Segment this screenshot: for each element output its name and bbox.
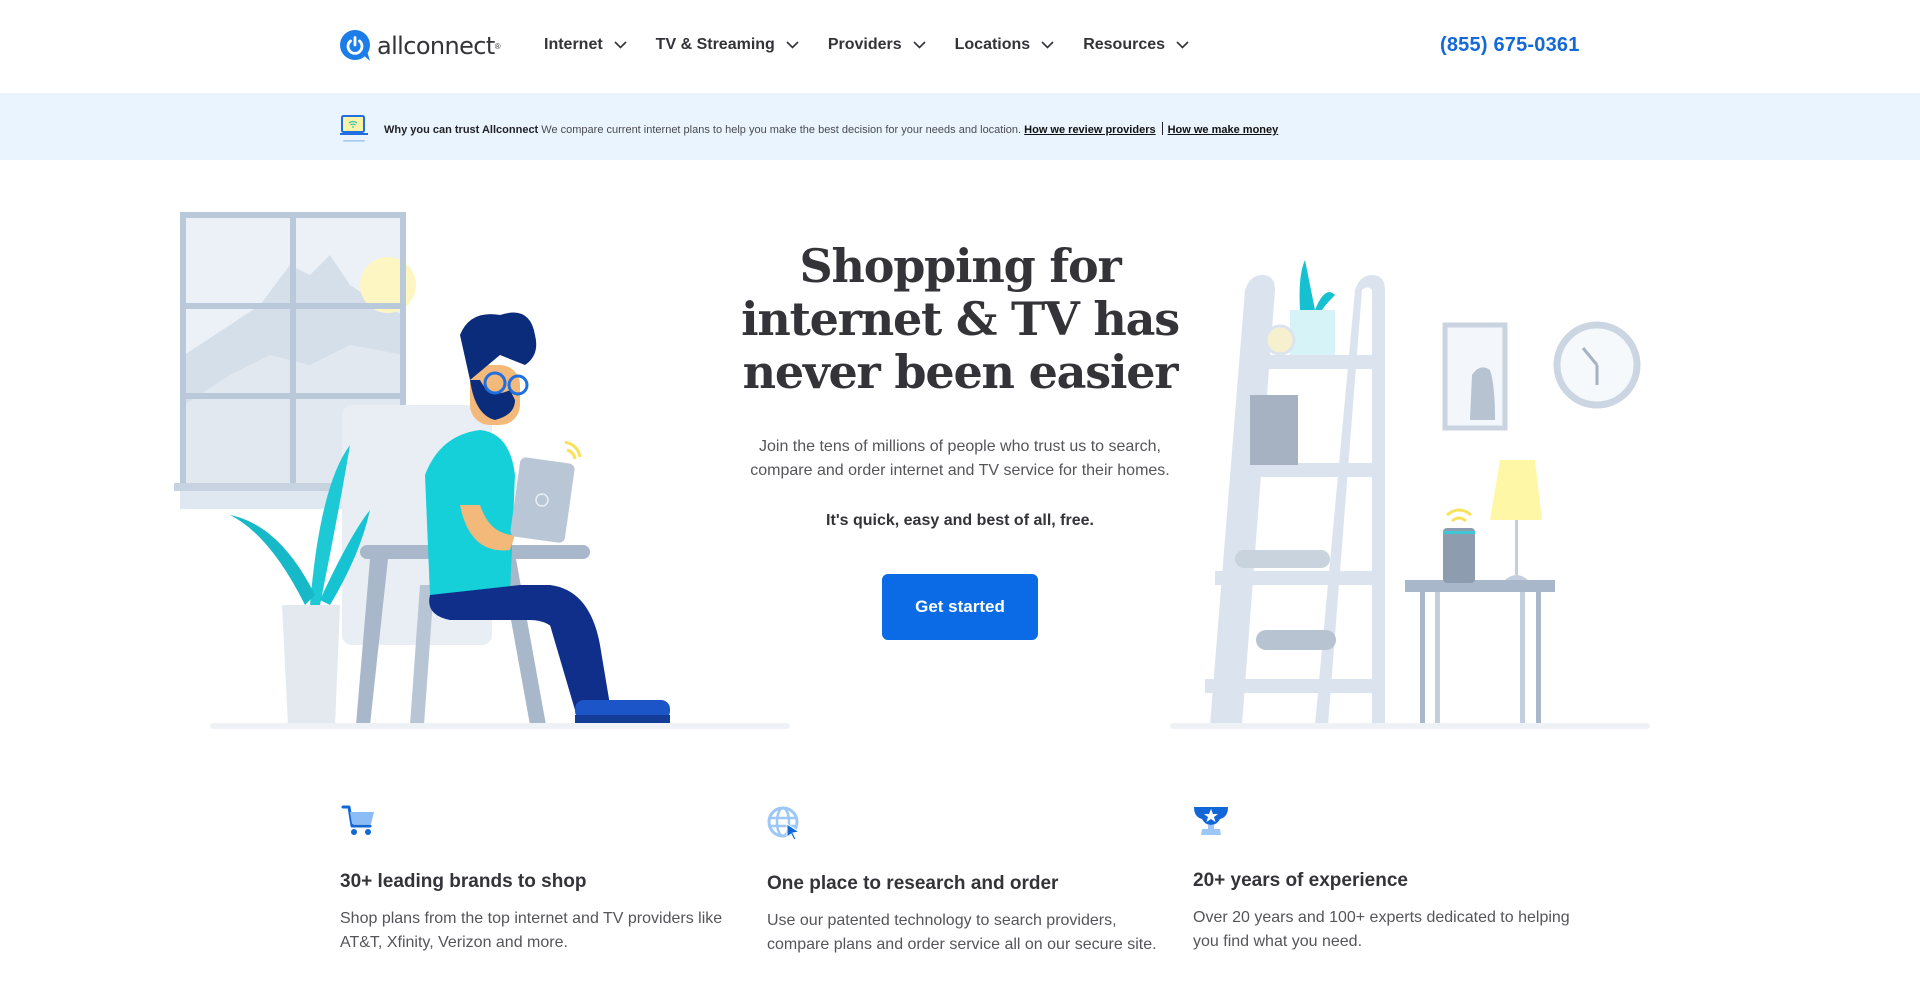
floor-shadow	[210, 723, 790, 729]
feature-experience-title: 20+ years of experience	[1193, 870, 1408, 891]
dog-picture-frame	[1442, 322, 1508, 431]
trust-statement: Why you can trust Allconnect We compare …	[384, 122, 1278, 136]
hero-headline-line1: Shopping for	[799, 239, 1121, 293]
nav-internet[interactable]: Internet	[544, 36, 627, 54]
power-logo-icon	[340, 30, 370, 61]
hero-subtext-line2: compare and order internet and TV servic…	[750, 462, 1170, 479]
hero-tagline: It's quick, easy and best of all, free.	[826, 512, 1094, 529]
hero-headline: Shopping for internet & TV has never bee…	[720, 240, 1200, 399]
feature-experience-line2: you find what you need.	[1193, 933, 1363, 950]
hero-subtext-line1: Join the tens of millions of people who …	[759, 438, 1161, 455]
feature-brands-line2: AT&T, Xfinity, Verizon and more.	[340, 934, 568, 951]
man-with-tablet-illustration	[174, 212, 790, 729]
how-we-make-money-link[interactable]: How we make money	[1168, 124, 1279, 136]
ladder-shelf-illustration	[1205, 260, 1385, 725]
hero-headline-line2: internet & TV has	[741, 292, 1180, 346]
chevron-down-icon	[786, 41, 799, 49]
hero-subtext: Join the tens of millions of people who …	[720, 435, 1200, 483]
trust-title: Why you can trust Allconnect	[384, 124, 539, 136]
feature-experience-line1: Over 20 years and 100+ experts dedicated…	[1193, 909, 1570, 926]
nav-locations[interactable]: Locations	[955, 36, 1055, 54]
feature-brands-title: 30+ leading brands to shop	[340, 871, 587, 892]
logo-wordmark: allconnect	[377, 32, 495, 60]
nav-resources-label: Resources	[1083, 36, 1166, 53]
feature-brands-line1: Shop plans from the top internet and TV …	[340, 910, 723, 927]
cart-icon	[341, 805, 374, 835]
site-header: allconnect ® Internet TV & Streaming Pro…	[0, 0, 1920, 93]
feature-experience-description: Over 20 years and 100+ experts dedicated…	[1193, 906, 1613, 954]
registered-mark: ®	[494, 41, 501, 51]
hero-content: Shopping for internet & TV has never bee…	[720, 240, 1200, 640]
living-room-shelf-illustration	[1170, 260, 1650, 729]
nav-providers[interactable]: Providers	[828, 36, 926, 54]
feature-experience: 20+ years of experience Over 20 years an…	[1193, 803, 1613, 954]
get-started-button[interactable]: Get started	[882, 574, 1038, 640]
trust-description: We compare current internet plans to hel…	[541, 124, 1022, 136]
side-table-illustration	[1405, 460, 1555, 727]
man-illustration	[425, 312, 670, 723]
main-nav: Internet TV & Streaming Providers Locati…	[544, 36, 1218, 54]
feature-brands-description: Shop plans from the top internet and TV …	[340, 907, 760, 955]
how-we-review-providers-link[interactable]: How we review providers	[1024, 124, 1155, 136]
floor-shadow	[1170, 723, 1650, 729]
globe-cursor-icon	[767, 806, 801, 841]
trust-banner: Why you can trust Allconnect We compare …	[0, 93, 1920, 160]
nav-tv-streaming-label: TV & Streaming	[655, 36, 775, 53]
chevron-down-icon	[913, 41, 926, 49]
chevron-down-icon	[1176, 41, 1189, 49]
feature-research-description: Use our patented technology to search pr…	[767, 909, 1187, 957]
phone-number-link[interactable]: (855) 675-0361	[1440, 34, 1580, 57]
nav-tv-streaming[interactable]: TV & Streaming	[656, 36, 799, 54]
nav-resources[interactable]: Resources	[1083, 36, 1189, 54]
trophy-icon	[1194, 807, 1228, 835]
chevron-down-icon	[614, 41, 627, 49]
feature-brands: 30+ leading brands to shop Shop plans fr…	[340, 804, 760, 955]
laptop-wifi-icon	[340, 115, 368, 142]
feature-research-title: One place to research and order	[767, 873, 1059, 894]
nav-locations-label: Locations	[954, 36, 1031, 53]
hero-headline-line3: never been easier	[742, 345, 1179, 399]
nav-internet-label: Internet	[544, 36, 603, 53]
wall-clock	[1553, 321, 1641, 409]
nav-providers-label: Providers	[827, 36, 902, 53]
allconnect-logo[interactable]: allconnect ®	[340, 30, 501, 62]
link-divider	[1161, 122, 1163, 135]
feature-research-line2: compare plans and order service all on o…	[767, 936, 1157, 953]
feature-research-line1: Use our patented technology to search pr…	[767, 912, 1117, 929]
feature-research: One place to research and order Use our …	[767, 806, 1187, 957]
chevron-down-icon	[1041, 41, 1054, 49]
